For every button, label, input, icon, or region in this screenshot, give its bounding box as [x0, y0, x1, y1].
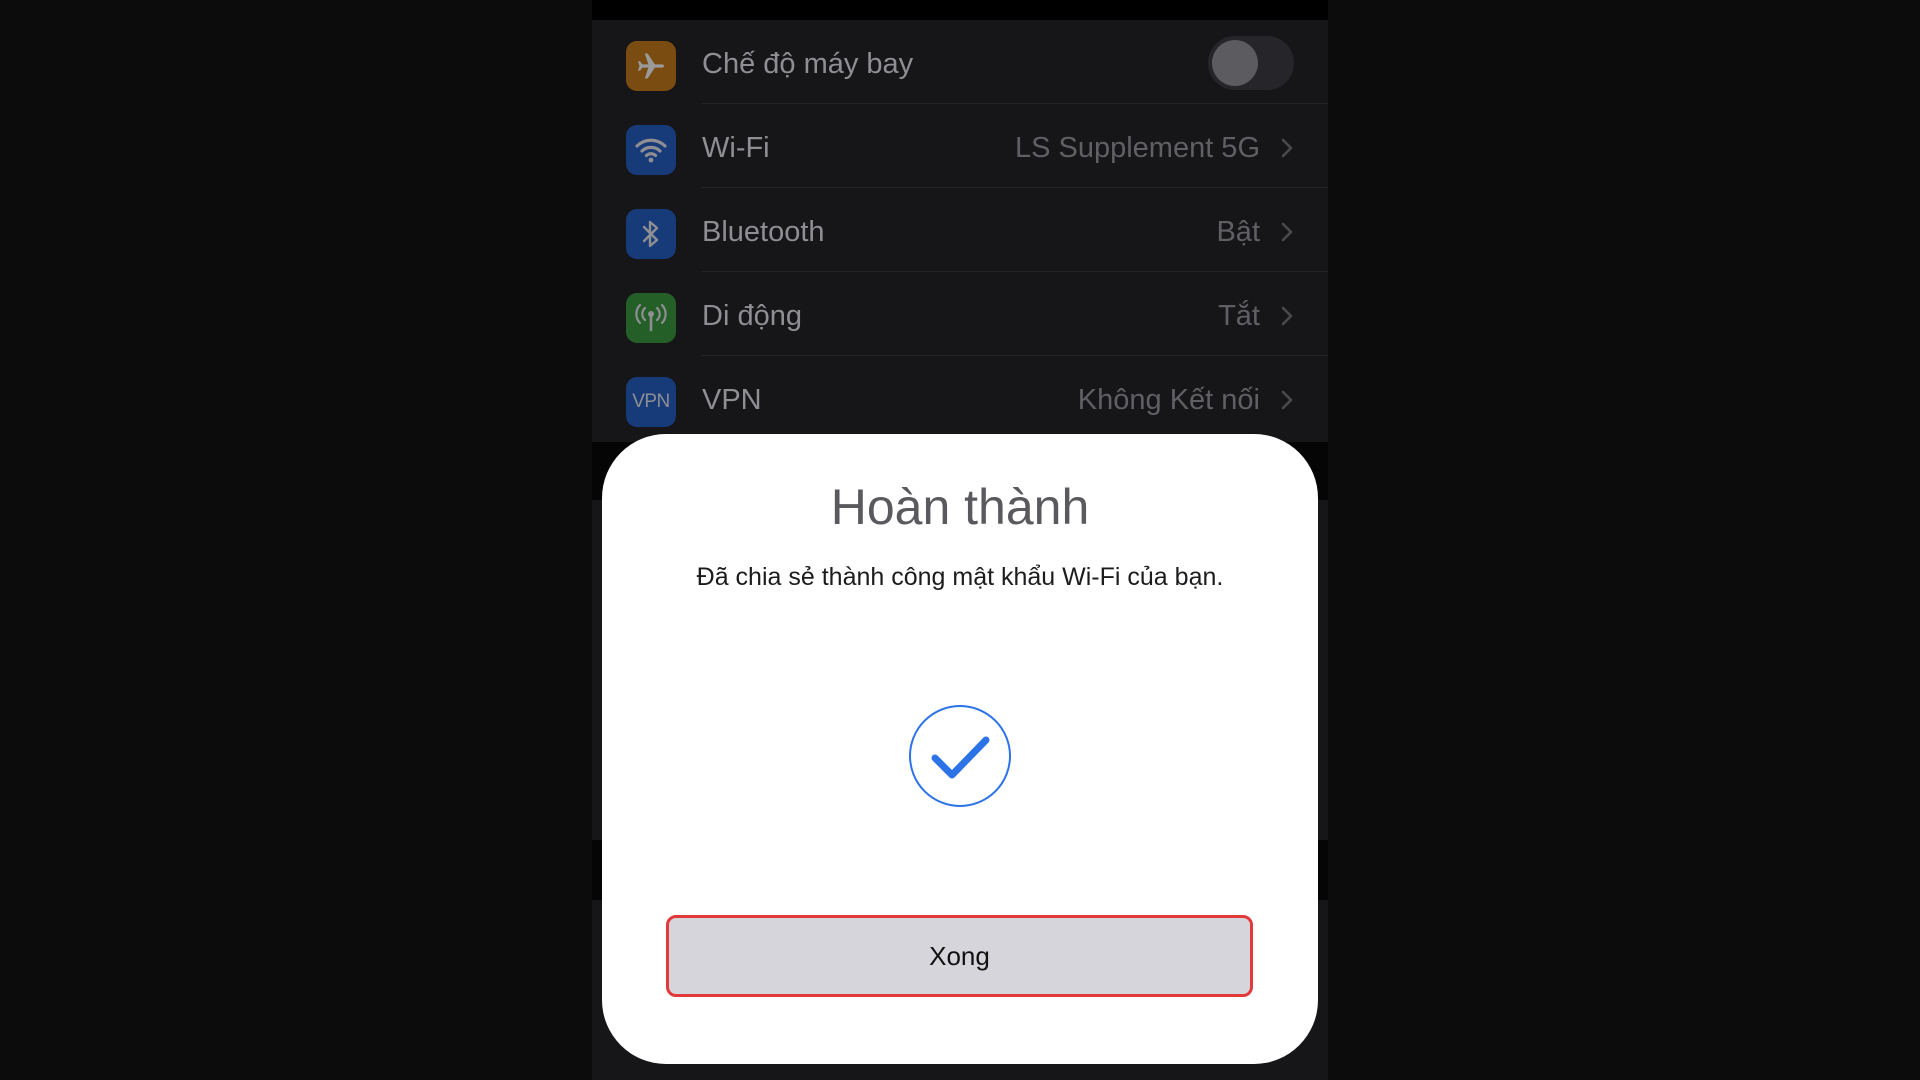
screen: Chế độ máy bay Wi-Fi LS Supplement 5G Bl… — [0, 0, 1920, 1080]
settings-row-cellular[interactable]: Di động Tắt — [592, 272, 1328, 356]
bluetooth-icon — [626, 209, 676, 259]
airplane-mode-label: Chế độ máy bay — [702, 48, 914, 80]
settings-row-airplane-mode[interactable]: Chế độ máy bay — [592, 20, 1328, 104]
settings-row-vpn[interactable]: VPN VPN Không Kết nối — [592, 356, 1328, 440]
cellular-label: Di động — [702, 300, 802, 332]
chevron-right-icon — [1281, 390, 1293, 410]
chevron-right-icon — [1281, 306, 1293, 326]
airplane-mode-toggle[interactable] — [1208, 36, 1294, 90]
bluetooth-label: Bluetooth — [702, 216, 825, 248]
airplane-icon — [626, 41, 676, 91]
wifi-network-value: LS Supplement 5G — [1014, 132, 1260, 164]
bluetooth-status-value: Bật — [1216, 216, 1260, 248]
chevron-right-icon — [1281, 222, 1293, 242]
wifi-icon — [626, 125, 676, 175]
done-button[interactable]: Xong — [666, 915, 1253, 997]
cellular-icon — [626, 293, 676, 343]
settings-row-bluetooth[interactable]: Bluetooth Bật — [592, 188, 1328, 272]
checkmark-circle-icon — [908, 704, 1012, 808]
share-complete-dialog: Hoàn thành Đã chia sẻ thành công mật khẩ… — [602, 434, 1318, 1064]
chevron-right-icon — [1281, 138, 1293, 158]
vpn-status-value: Không Kết nối — [1077, 384, 1260, 416]
cellular-status-value: Tắt — [1218, 300, 1260, 332]
vpn-icon-text: VPN — [632, 391, 670, 412]
dialog-title: Hoàn thành — [830, 479, 1090, 535]
connectivity-settings-group: Chế độ máy bay Wi-Fi LS Supplement 5G Bl… — [592, 20, 1328, 442]
dialog-message: Đã chia sẻ thành công mật khẩu Wi-Fi của… — [696, 563, 1224, 591]
vpn-label: VPN — [702, 384, 762, 416]
vpn-icon: VPN — [626, 377, 676, 427]
top-strip — [592, 0, 1328, 20]
toggle-knob — [1212, 40, 1258, 86]
settings-row-wifi[interactable]: Wi-Fi LS Supplement 5G — [592, 104, 1328, 188]
wifi-label: Wi-Fi — [702, 132, 770, 164]
